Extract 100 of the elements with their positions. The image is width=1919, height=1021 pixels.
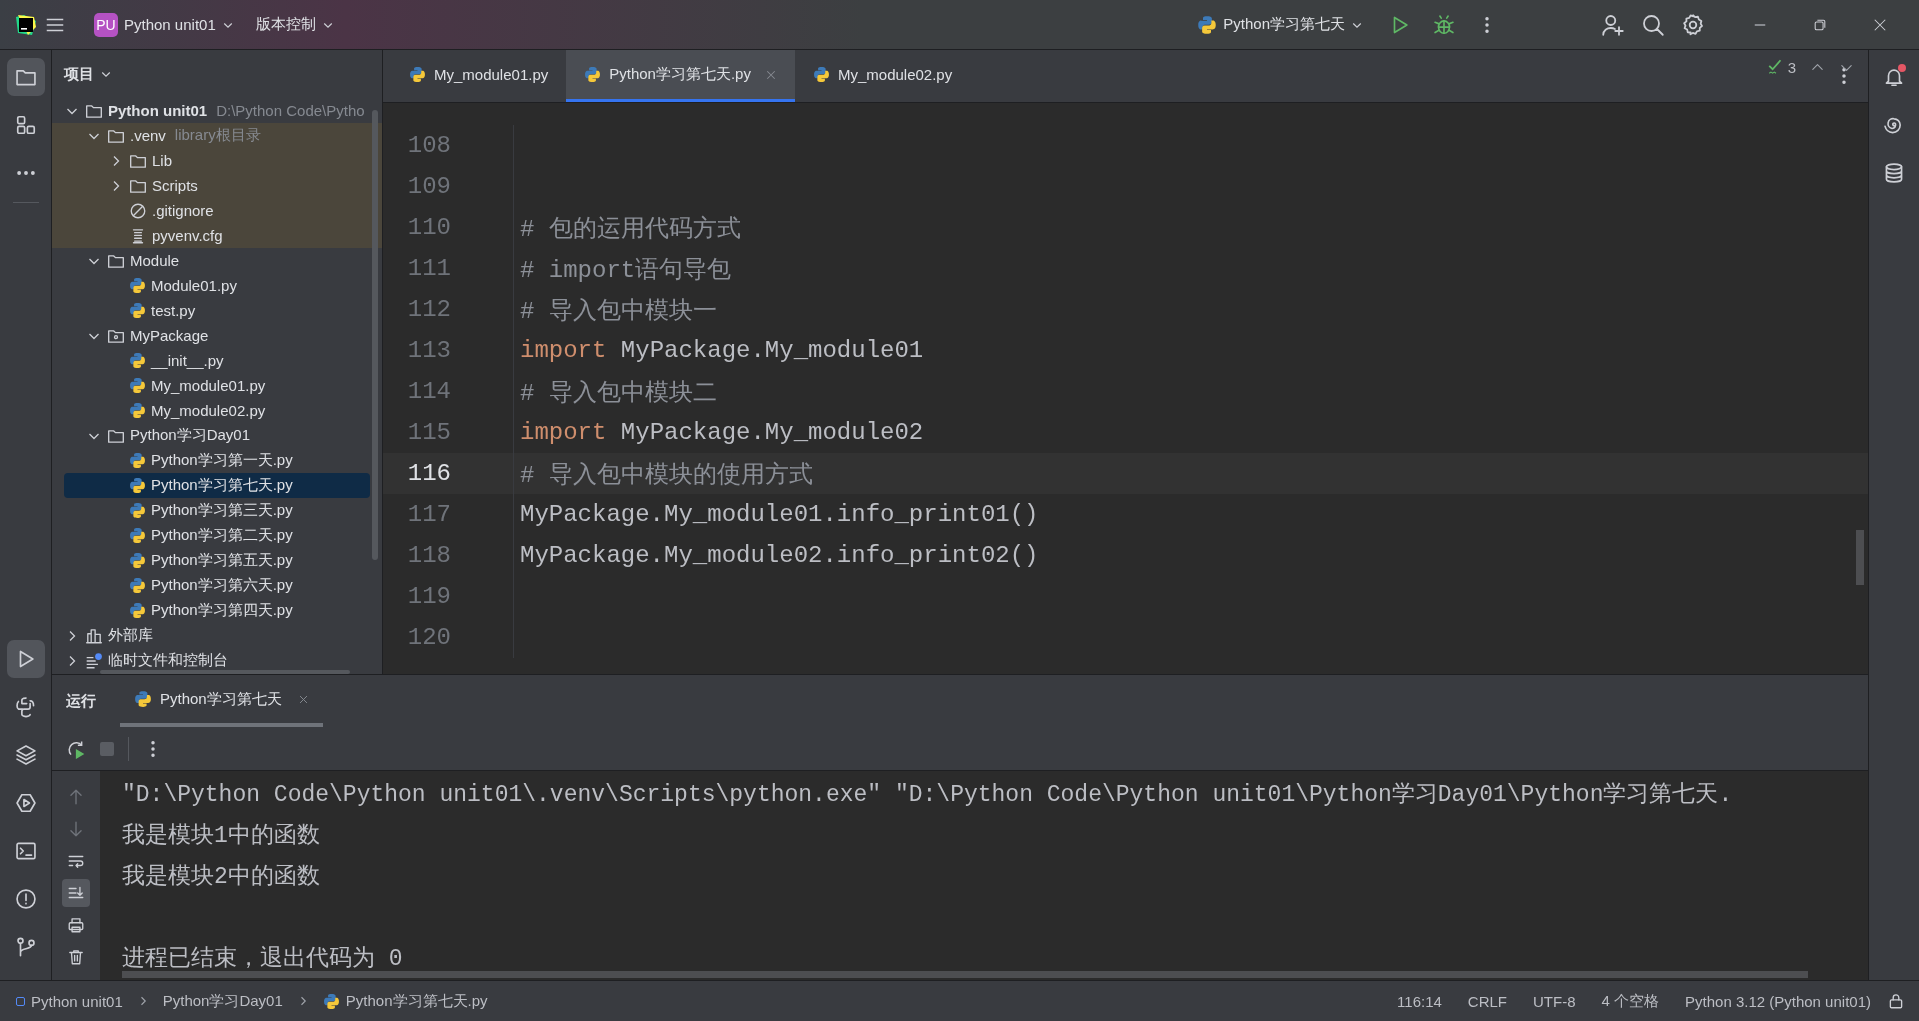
code-line: # 导入包中模块一 [520,296,717,326]
services-icon[interactable] [14,792,37,814]
editor-tab[interactable]: My_module01.py [391,50,567,102]
tree-item[interactable]: __init__.py [52,348,382,373]
python-file-icon [129,352,146,369]
tool-window-button[interactable] [6,58,45,96]
status-item[interactable]: CRLF [1457,992,1517,1010]
python-console-icon[interactable] [14,696,37,718]
editor-tab[interactable]: My_module02.py [794,50,971,102]
project-badge: PU [94,12,118,37]
layers-icon[interactable] [14,744,37,766]
status-item[interactable]: Python 3.12 (Python unit01) [1675,992,1881,1010]
tree-item[interactable]: test.py [52,298,382,323]
problems-icon[interactable] [14,888,37,910]
python-file-icon [129,477,146,494]
console-line: 我是模块1中的函数 [122,822,320,851]
python-file-icon [409,66,426,83]
panel-title[interactable]: 项目 [64,64,112,84]
line-number: 119 [406,583,451,610]
python-file-icon [129,602,146,619]
run-config-selector[interactable]: Python学习第七天 [1189,8,1371,41]
tree-item[interactable]: Python学习第二天.py [52,523,382,548]
code-line: MyPackage.My_module02.info_print02() [520,542,1039,569]
line-number: 118 [406,542,451,569]
lock-icon[interactable] [1887,992,1905,1010]
tree-item[interactable]: Python学习Day01 [52,423,382,448]
tree-item[interactable]: Python学习第三天.py [52,498,382,523]
search-icon[interactable] [1641,12,1665,37]
structure-icon[interactable] [14,114,37,136]
inspection-status[interactable]: 3 [1766,58,1796,76]
close-icon[interactable] [1873,17,1887,32]
breadcrumb[interactable]: Python学习第七天.py [322,991,488,1011]
tree-item[interactable]: pyvenv.cfg [52,223,382,248]
line-number: 115 [406,419,451,446]
console-line: "D:\Python Code\Python unit01\.venv\Scripts\python.exe" "D:\Python Code\Python unit01\Python学习Day01\Python学习第七天. [122,781,1733,810]
python-file-icon [584,66,602,83]
vcs-menu[interactable]: 版本控制 [247,9,342,40]
tree-item[interactable]: Lib [52,148,382,173]
branch-icon[interactable] [14,936,37,958]
python-icon [1197,14,1218,35]
status-item[interactable]: UTF-8 [1523,992,1586,1010]
tree-item[interactable]: 外部库 [52,623,382,648]
ignore-file-icon [129,201,147,220]
code-line: # 包的运用代码方式 [520,214,741,244]
code-line: import MyPackage.My_module01 [520,337,924,364]
settings-icon[interactable] [1681,12,1705,37]
console-tool-button[interactable] [62,879,90,908]
line-number: 112 [406,296,451,323]
console-line: 进程已结束，退出代码为 0 [122,945,403,974]
panel-title: 运行 [66,690,96,711]
tree-item[interactable]: Python学习第一天.py [52,448,382,473]
python-file-icon [129,577,146,594]
bug-icon[interactable] [1433,13,1455,36]
python-file-icon [129,402,146,419]
breadcrumb[interactable]: Python学习Day01 [162,991,283,1011]
tree-item[interactable]: My_module01.py [52,373,382,398]
tree-item[interactable]: Module [52,248,382,273]
tree-item[interactable]: .venv library根目录 [52,123,382,148]
tree-item[interactable]: Python学习第四天.py [52,598,382,623]
python-icon [322,992,340,1010]
tree-item[interactable]: 临时文件和控制台 [52,648,382,673]
database-icon[interactable] [1883,162,1905,184]
restore-icon[interactable] [1813,17,1827,32]
line-number: 116 [406,460,451,487]
status-item[interactable]: 4 个空格 [1591,991,1670,1011]
tree-item[interactable]: Python学习第六天.py [52,573,382,598]
tool-window-button[interactable] [6,640,45,678]
tree-item[interactable]: Python学习第五天.py [52,548,382,573]
breadcrumb[interactable]: Python unit01 [16,992,123,1010]
app-logo-icon[interactable] [14,12,38,37]
line-number: 120 [406,624,451,651]
status-item[interactable]: 116:14 [1387,992,1452,1010]
scrollbar[interactable] [1856,530,1864,585]
add-user-icon[interactable] [1601,12,1625,37]
python-file-icon [129,377,146,394]
line-number: 117 [406,501,451,528]
code-line: MyPackage.My_module01.info_print01() [520,501,1039,528]
line-number: 113 [406,337,451,364]
close-icon[interactable] [297,693,309,705]
tree-item[interactable]: MyPackage [52,323,382,348]
scrollbar[interactable] [372,110,378,560]
tree-item[interactable]: Scripts [52,173,382,198]
bell-icon[interactable] [1883,66,1905,88]
editor-tab[interactable]: Python学习第七天.py [566,50,795,102]
project-selector[interactable]: PU Python unit01 [86,6,242,43]
scrollbar[interactable] [100,670,350,675]
python-file-icon [129,452,146,469]
terminal-icon[interactable] [14,840,37,862]
tree-item[interactable]: Module01.py [52,273,382,298]
line-number: 114 [406,378,451,405]
tree-item[interactable]: Python unit01 D:\Python Code\Pytho [52,98,382,123]
tree-item[interactable]: .gitignore [52,198,382,223]
printer-icon[interactable] [67,916,85,935]
code-line: import MyPackage.My_module02 [520,419,924,446]
line-number: 111 [406,255,451,282]
tree-item[interactable]: My_module02.py [52,398,382,423]
python-file-icon [812,66,830,83]
scrollbar[interactable] [122,971,1808,978]
trash-icon[interactable] [67,948,85,967]
tree-item[interactable]: Python学习第七天.py [64,473,370,498]
